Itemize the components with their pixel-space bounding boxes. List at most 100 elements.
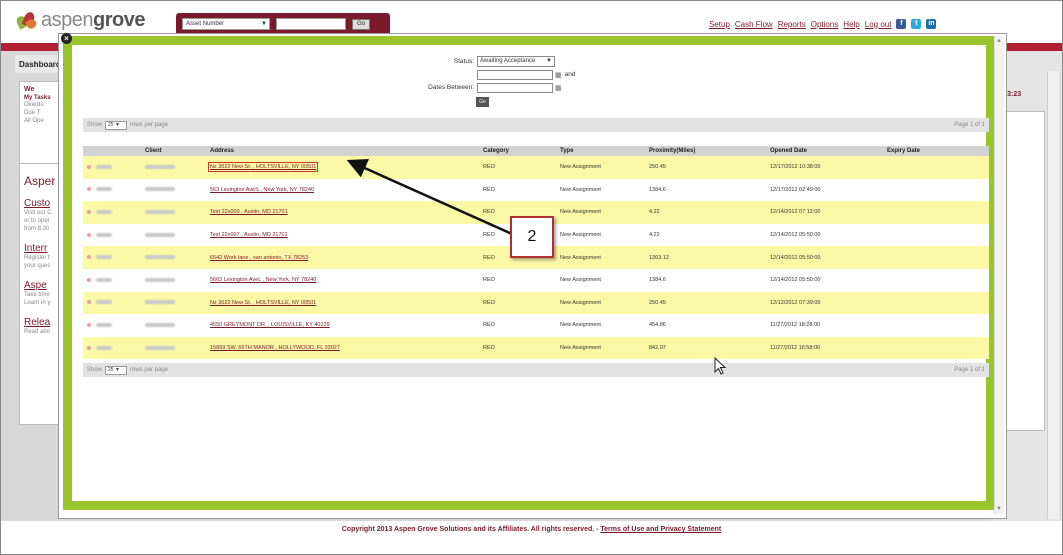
status-dot-icon	[87, 323, 91, 327]
table-row[interactable]: 15899 SW. 66TH MANOR , HOLLYWOOD, FL 330…	[83, 336, 989, 360]
category-cell: REO	[479, 178, 556, 202]
column-header[interactable]: Address	[206, 146, 479, 156]
address-text[interactable]: Nz 3022 New St. , HOLTSVILLE, NY 00501	[210, 300, 316, 306]
expiry-date-cell	[883, 246, 989, 269]
scroll-up-icon[interactable]: ▲	[996, 38, 1002, 44]
address-text[interactable]: Test 22x007 , Austin, MD 21701	[210, 232, 288, 238]
table-row[interactable]: Nz 3022 New St. , HOLTSVILLE, NY 00501 RE…	[83, 156, 989, 179]
dates-between-label: Dates Between:	[428, 84, 474, 91]
search-field-select[interactable]: Asset Number ▼	[182, 18, 270, 30]
nav-cash-flow[interactable]: Cash Flow	[735, 20, 773, 29]
scroll-down-icon[interactable]: ▼	[996, 506, 1002, 512]
calendar-icon[interactable]: ▦	[555, 84, 562, 92]
address-link[interactable]: Test 22x009 , Austin, MD 21701	[206, 201, 479, 224]
opened-date-cell: 12/14/2012 05:50:00	[766, 268, 883, 292]
page-scrollbar[interactable]	[1047, 71, 1059, 519]
type-cell: New Assignment	[556, 178, 645, 202]
task-line[interactable]: Overdu	[24, 101, 60, 109]
nav-setup[interactable]: Setup	[709, 20, 730, 29]
address-text[interactable]: Nz 3022 New St. , HOLTSVILLE, NY 00501	[207, 162, 319, 173]
page-footer: Copyright 2013 Aspen Grove Solutions and…	[1, 521, 1062, 554]
status-select[interactable]: Awaiting Acceptance ▼	[477, 56, 555, 67]
section-title[interactable]: Custo	[24, 198, 60, 209]
table-row[interactable]: 4550 GREYMONT DR. , LOUISVILLE, KY 40229…	[83, 314, 989, 337]
nav-options[interactable]: Options	[811, 20, 839, 29]
type-cell: New Assignment	[556, 246, 645, 269]
client-cell	[141, 201, 206, 224]
chevron-down-icon: ▼	[546, 58, 552, 64]
proximity-cell: 4.22	[645, 223, 766, 247]
per-page-select[interactable]: 25 ▼	[105, 365, 128, 375]
aspengrove-logo[interactable]: aspengrove	[14, 9, 145, 32]
address-text[interactable]: 563 Lexington AveS , New York, NY 78240	[210, 187, 314, 193]
filter-go-button[interactable]: Go	[476, 97, 489, 107]
table-row[interactable]: Nz 3022 New St. , HOLTSVILLE, NY 00501 RE…	[83, 291, 989, 315]
expiry-date-cell	[883, 268, 989, 292]
client-cell	[141, 178, 206, 202]
nav-log-out[interactable]: Log out	[865, 20, 892, 29]
column-header[interactable]: Client	[141, 146, 206, 156]
expiry-date-cell	[883, 223, 989, 247]
address-text[interactable]: 4550 GREYMONT DR. , LOUISVILLE, KY 40229	[210, 322, 330, 328]
date-from-input[interactable]	[477, 69, 553, 80]
modal-close-button[interactable]: ×	[61, 33, 72, 44]
tasks-modal: Status: Awaiting Acceptance ▼ ▦ and Dates…	[58, 33, 1007, 519]
section-text: Register f	[24, 255, 50, 261]
filters-form: Status: Awaiting Acceptance ▼ ▦ and Dates…	[417, 55, 617, 107]
table-row[interactable]: 563 Lexington AveS , New York, NY 78240 R…	[83, 178, 989, 202]
address-link[interactable]: 4550 GREYMONT DR. , LOUISVILLE, KY 40229	[206, 314, 479, 337]
proximity-cell: 1384.6	[645, 178, 766, 202]
category-cell: REO	[479, 156, 556, 179]
address-text[interactable]: 5663 Lexington AveL , New York, NY 78240	[210, 277, 316, 283]
column-header[interactable]: Expiry Date	[883, 146, 989, 156]
address-link[interactable]: 6542 Work lane , san antonio, TX 78253	[206, 246, 479, 269]
row-id-cell	[83, 201, 141, 224]
welcome-text: We	[24, 86, 35, 93]
column-header	[83, 146, 141, 156]
client-cell	[141, 156, 206, 179]
section-text: Read abo	[24, 329, 51, 335]
address-link[interactable]: Nz 3022 New St. , HOLTSVILLE, NY 00501	[206, 156, 479, 179]
row-id-cell	[83, 246, 141, 269]
task-line[interactable]: All Ope	[24, 117, 60, 125]
terms-link[interactable]: Terms of Use and Privacy Statement	[600, 526, 721, 533]
date-to-input[interactable]	[477, 82, 553, 93]
client-cell	[141, 268, 206, 292]
pager-show-label: Show	[87, 122, 103, 128]
section-title[interactable]: Interr	[24, 243, 60, 254]
address-link[interactable]: 5663 Lexington AveL , New York, NY 78240	[206, 268, 479, 292]
calendar-icon[interactable]: ▦	[555, 71, 562, 79]
column-header[interactable]: Category	[479, 146, 556, 156]
section-title[interactable]: Aspe	[24, 280, 60, 291]
address-text[interactable]: Test 22x009 , Austin, MD 21701	[210, 209, 288, 215]
client-cell	[141, 314, 206, 337]
address-text[interactable]: 15899 SW. 66TH MANOR , HOLLYWOOD, FL 330…	[210, 345, 340, 351]
address-link[interactable]: 563 Lexington AveS , New York, NY 78240	[206, 178, 479, 202]
section-title[interactable]: Relea	[24, 317, 60, 328]
table-row[interactable]: 5663 Lexington AveL , New York, NY 78240…	[83, 268, 989, 292]
column-header[interactable]: Opened Date	[766, 146, 883, 156]
column-header[interactable]: Proximity(Miles)	[645, 146, 766, 156]
step-callout: 2	[510, 216, 554, 258]
chevron-down-icon: ▼	[261, 21, 267, 27]
facebook-icon[interactable]: f	[896, 19, 907, 29]
search-input[interactable]	[276, 18, 346, 30]
twitter-icon[interactable]: t	[911, 19, 922, 29]
nav-help[interactable]: Help	[843, 20, 859, 29]
search-go-button[interactable]: Go	[352, 18, 370, 30]
per-page-select[interactable]: 25 ▼	[105, 120, 128, 130]
opened-date-cell: 11/27/2012 16:58:00	[766, 336, 883, 360]
address-link[interactable]: 15899 SW. 66TH MANOR , HOLLYWOOD, FL 330…	[206, 336, 479, 360]
nav-reports[interactable]: Reports	[778, 20, 806, 29]
address-link[interactable]: Nz 3022 New St. , HOLTSVILLE, NY 00501	[206, 291, 479, 315]
status-dot-icon	[87, 255, 91, 260]
opened-date-cell: 12/14/2012 05:50:00	[766, 223, 883, 247]
address-link[interactable]: Test 22x007 , Austin, MD 21701	[206, 223, 479, 247]
modal-scrollbar[interactable]: ▲ ▼	[994, 36, 1004, 514]
column-header[interactable]: Type	[556, 146, 645, 156]
top-nav: Setup Cash Flow Reports Options Help Log…	[709, 19, 937, 29]
linkedin-icon[interactable]: in	[926, 19, 937, 29]
proximity-cell: 454.86	[645, 314, 766, 337]
task-line[interactable]: Due T	[24, 109, 60, 117]
address-text[interactable]: 6542 Work lane , san antonio, TX 78253	[210, 255, 308, 261]
